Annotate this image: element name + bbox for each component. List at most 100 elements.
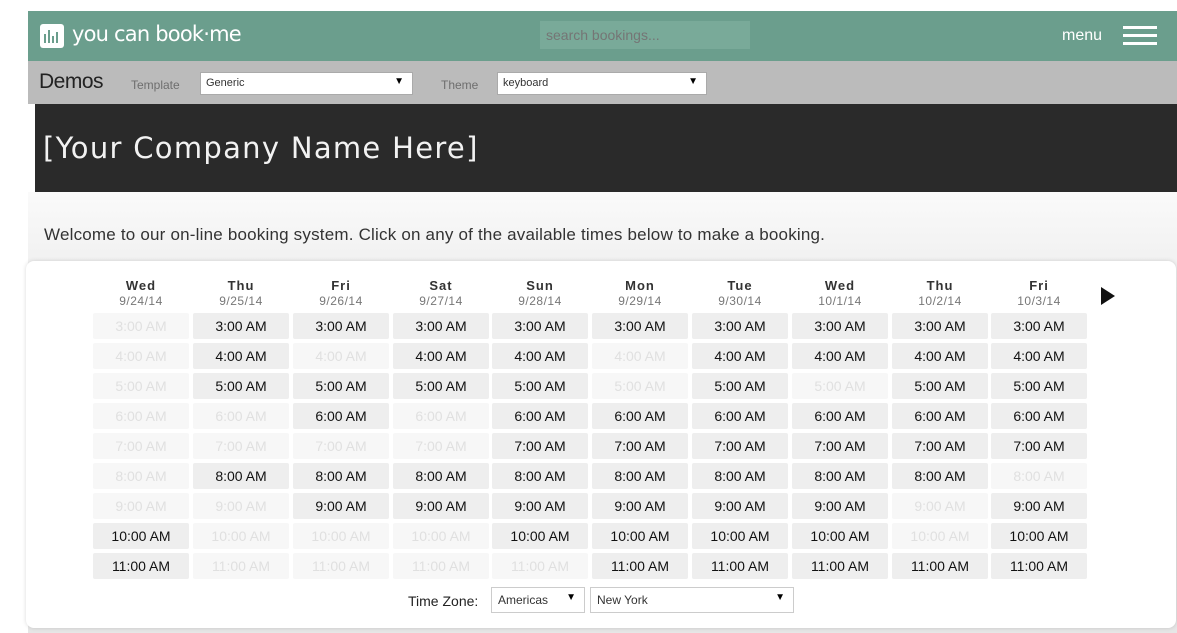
logo-icon[interactable] xyxy=(40,24,64,48)
next-week-arrow-icon[interactable] xyxy=(1101,287,1115,305)
time-slot-available[interactable]: 8:00 AM xyxy=(492,463,588,489)
time-slot-available[interactable]: 4:00 AM xyxy=(892,343,988,369)
time-slot-available[interactable]: 6:00 AM xyxy=(991,403,1087,429)
timezone-region-select[interactable]: Americas ▼ xyxy=(491,587,585,613)
theme-select-value: keyboard xyxy=(503,77,549,89)
time-slot-available[interactable]: 7:00 AM xyxy=(892,433,988,459)
day-header: Thu 10/2/14 xyxy=(892,278,988,308)
day-header: Tue 9/30/14 xyxy=(692,278,788,308)
time-slot-available[interactable]: 7:00 AM xyxy=(991,433,1087,459)
time-slot-available[interactable]: 11:00 AM xyxy=(991,553,1087,579)
time-slot-available[interactable]: 6:00 AM xyxy=(692,403,788,429)
time-slot-available[interactable]: 3:00 AM xyxy=(892,313,988,339)
template-select[interactable]: Generic ▼ xyxy=(200,72,413,95)
day-name: Sun xyxy=(526,278,554,293)
time-slot-available[interactable]: 10:00 AM xyxy=(792,523,888,549)
time-slot-available[interactable]: 7:00 AM xyxy=(692,433,788,459)
time-slot-available[interactable]: 5:00 AM xyxy=(193,373,289,399)
time-slot-available[interactable]: 8:00 AM xyxy=(393,463,489,489)
time-slot-available[interactable]: 3:00 AM xyxy=(193,313,289,339)
time-slot-available[interactable]: 9:00 AM xyxy=(692,493,788,519)
search-input[interactable] xyxy=(540,21,750,49)
time-slot-unavailable: 5:00 AM xyxy=(592,373,688,399)
time-slot-available[interactable]: 6:00 AM xyxy=(492,403,588,429)
time-slot-available[interactable]: 3:00 AM xyxy=(792,313,888,339)
time-slot-available[interactable]: 10:00 AM xyxy=(692,523,788,549)
time-slot-available[interactable]: 8:00 AM xyxy=(293,463,389,489)
day-date: 10/2/14 xyxy=(918,294,962,308)
time-slot-available[interactable]: 11:00 AM xyxy=(692,553,788,579)
time-slot-available[interactable]: 4:00 AM xyxy=(492,343,588,369)
time-slot-available[interactable]: 10:00 AM xyxy=(492,523,588,549)
select-caret-icon: ▼ xyxy=(394,76,404,87)
time-slot-available[interactable]: 7:00 AM xyxy=(792,433,888,459)
time-slot-available[interactable]: 9:00 AM xyxy=(293,493,389,519)
time-slot-available[interactable]: 5:00 AM xyxy=(393,373,489,399)
theme-select[interactable]: keyboard ▼ xyxy=(497,72,707,95)
time-slot-available[interactable]: 7:00 AM xyxy=(492,433,588,459)
time-slot-available[interactable]: 5:00 AM xyxy=(293,373,389,399)
time-slot-available[interactable]: 3:00 AM xyxy=(293,313,389,339)
day-date: 9/24/14 xyxy=(119,294,163,308)
time-slot-available[interactable]: 3:00 AM xyxy=(592,313,688,339)
time-slot-unavailable: 4:00 AM xyxy=(592,343,688,369)
time-slot-available[interactable]: 9:00 AM xyxy=(991,493,1087,519)
logo-text[interactable]: you can book·me xyxy=(72,22,242,46)
time-slot-available[interactable]: 8:00 AM xyxy=(193,463,289,489)
time-slot-available[interactable]: 5:00 AM xyxy=(492,373,588,399)
time-slot-available[interactable]: 8:00 AM xyxy=(892,463,988,489)
time-slot-available[interactable]: 5:00 AM xyxy=(892,373,988,399)
timezone-city-value: New York xyxy=(597,593,648,607)
day-date: 9/25/14 xyxy=(219,294,263,308)
time-slot-available[interactable]: 10:00 AM xyxy=(93,523,189,549)
time-slot-available[interactable]: 3:00 AM xyxy=(692,313,788,339)
time-slot-unavailable: 4:00 AM xyxy=(93,343,189,369)
time-slot-available[interactable]: 3:00 AM xyxy=(492,313,588,339)
time-slot-unavailable: 7:00 AM xyxy=(193,433,289,459)
day-date: 9/29/14 xyxy=(618,294,662,308)
time-slot-available[interactable]: 6:00 AM xyxy=(293,403,389,429)
time-slot-available[interactable]: 3:00 AM xyxy=(393,313,489,339)
time-slot-available[interactable]: 10:00 AM xyxy=(592,523,688,549)
time-slot-available[interactable]: 4:00 AM xyxy=(393,343,489,369)
menu-label[interactable]: menu xyxy=(1062,27,1102,45)
select-caret-icon: ▼ xyxy=(566,592,576,603)
timezone-region-value: Americas xyxy=(498,593,549,607)
time-slot-available[interactable]: 8:00 AM xyxy=(792,463,888,489)
time-slot-available[interactable]: 11:00 AM xyxy=(592,553,688,579)
time-slot-unavailable: 9:00 AM xyxy=(193,493,289,519)
time-slot-available[interactable]: 9:00 AM xyxy=(592,493,688,519)
time-slot-available[interactable]: 5:00 AM xyxy=(991,373,1087,399)
select-caret-icon: ▼ xyxy=(775,592,785,603)
time-slot-available[interactable]: 9:00 AM xyxy=(792,493,888,519)
time-slot-available[interactable]: 6:00 AM xyxy=(592,403,688,429)
day-name: Mon xyxy=(625,278,655,293)
time-slot-available[interactable]: 9:00 AM xyxy=(492,493,588,519)
time-slot-available[interactable]: 3:00 AM xyxy=(991,313,1087,339)
hamburger-menu-icon[interactable] xyxy=(1123,26,1157,46)
time-slot-available[interactable]: 10:00 AM xyxy=(991,523,1087,549)
time-slot-available[interactable]: 11:00 AM xyxy=(792,553,888,579)
time-slot-available[interactable]: 6:00 AM xyxy=(892,403,988,429)
time-slot-unavailable: 9:00 AM xyxy=(93,493,189,519)
demos-title: Demos xyxy=(39,70,104,93)
time-slot-available[interactable]: 8:00 AM xyxy=(692,463,788,489)
time-slot-available[interactable]: 11:00 AM xyxy=(93,553,189,579)
time-slot-unavailable: 10:00 AM xyxy=(293,523,389,549)
timezone-city-select[interactable]: New York ▼ xyxy=(590,587,794,613)
top-bar: you can book·me menu xyxy=(28,11,1177,61)
time-slot-available[interactable]: 8:00 AM xyxy=(592,463,688,489)
time-slot-unavailable: 8:00 AM xyxy=(991,463,1087,489)
time-slot-available[interactable]: 5:00 AM xyxy=(692,373,788,399)
time-slot-available[interactable]: 6:00 AM xyxy=(792,403,888,429)
time-slot-available[interactable]: 4:00 AM xyxy=(792,343,888,369)
time-slot-available[interactable]: 9:00 AM xyxy=(393,493,489,519)
time-slot-available[interactable]: 11:00 AM xyxy=(892,553,988,579)
time-slot-available[interactable]: 4:00 AM xyxy=(692,343,788,369)
time-slot-available[interactable]: 4:00 AM xyxy=(193,343,289,369)
time-slot-available[interactable]: 4:00 AM xyxy=(991,343,1087,369)
time-slot-unavailable: 9:00 AM xyxy=(892,493,988,519)
day-name: Fri xyxy=(1029,278,1049,293)
time-slot-unavailable: 6:00 AM xyxy=(93,403,189,429)
time-slot-available[interactable]: 7:00 AM xyxy=(592,433,688,459)
